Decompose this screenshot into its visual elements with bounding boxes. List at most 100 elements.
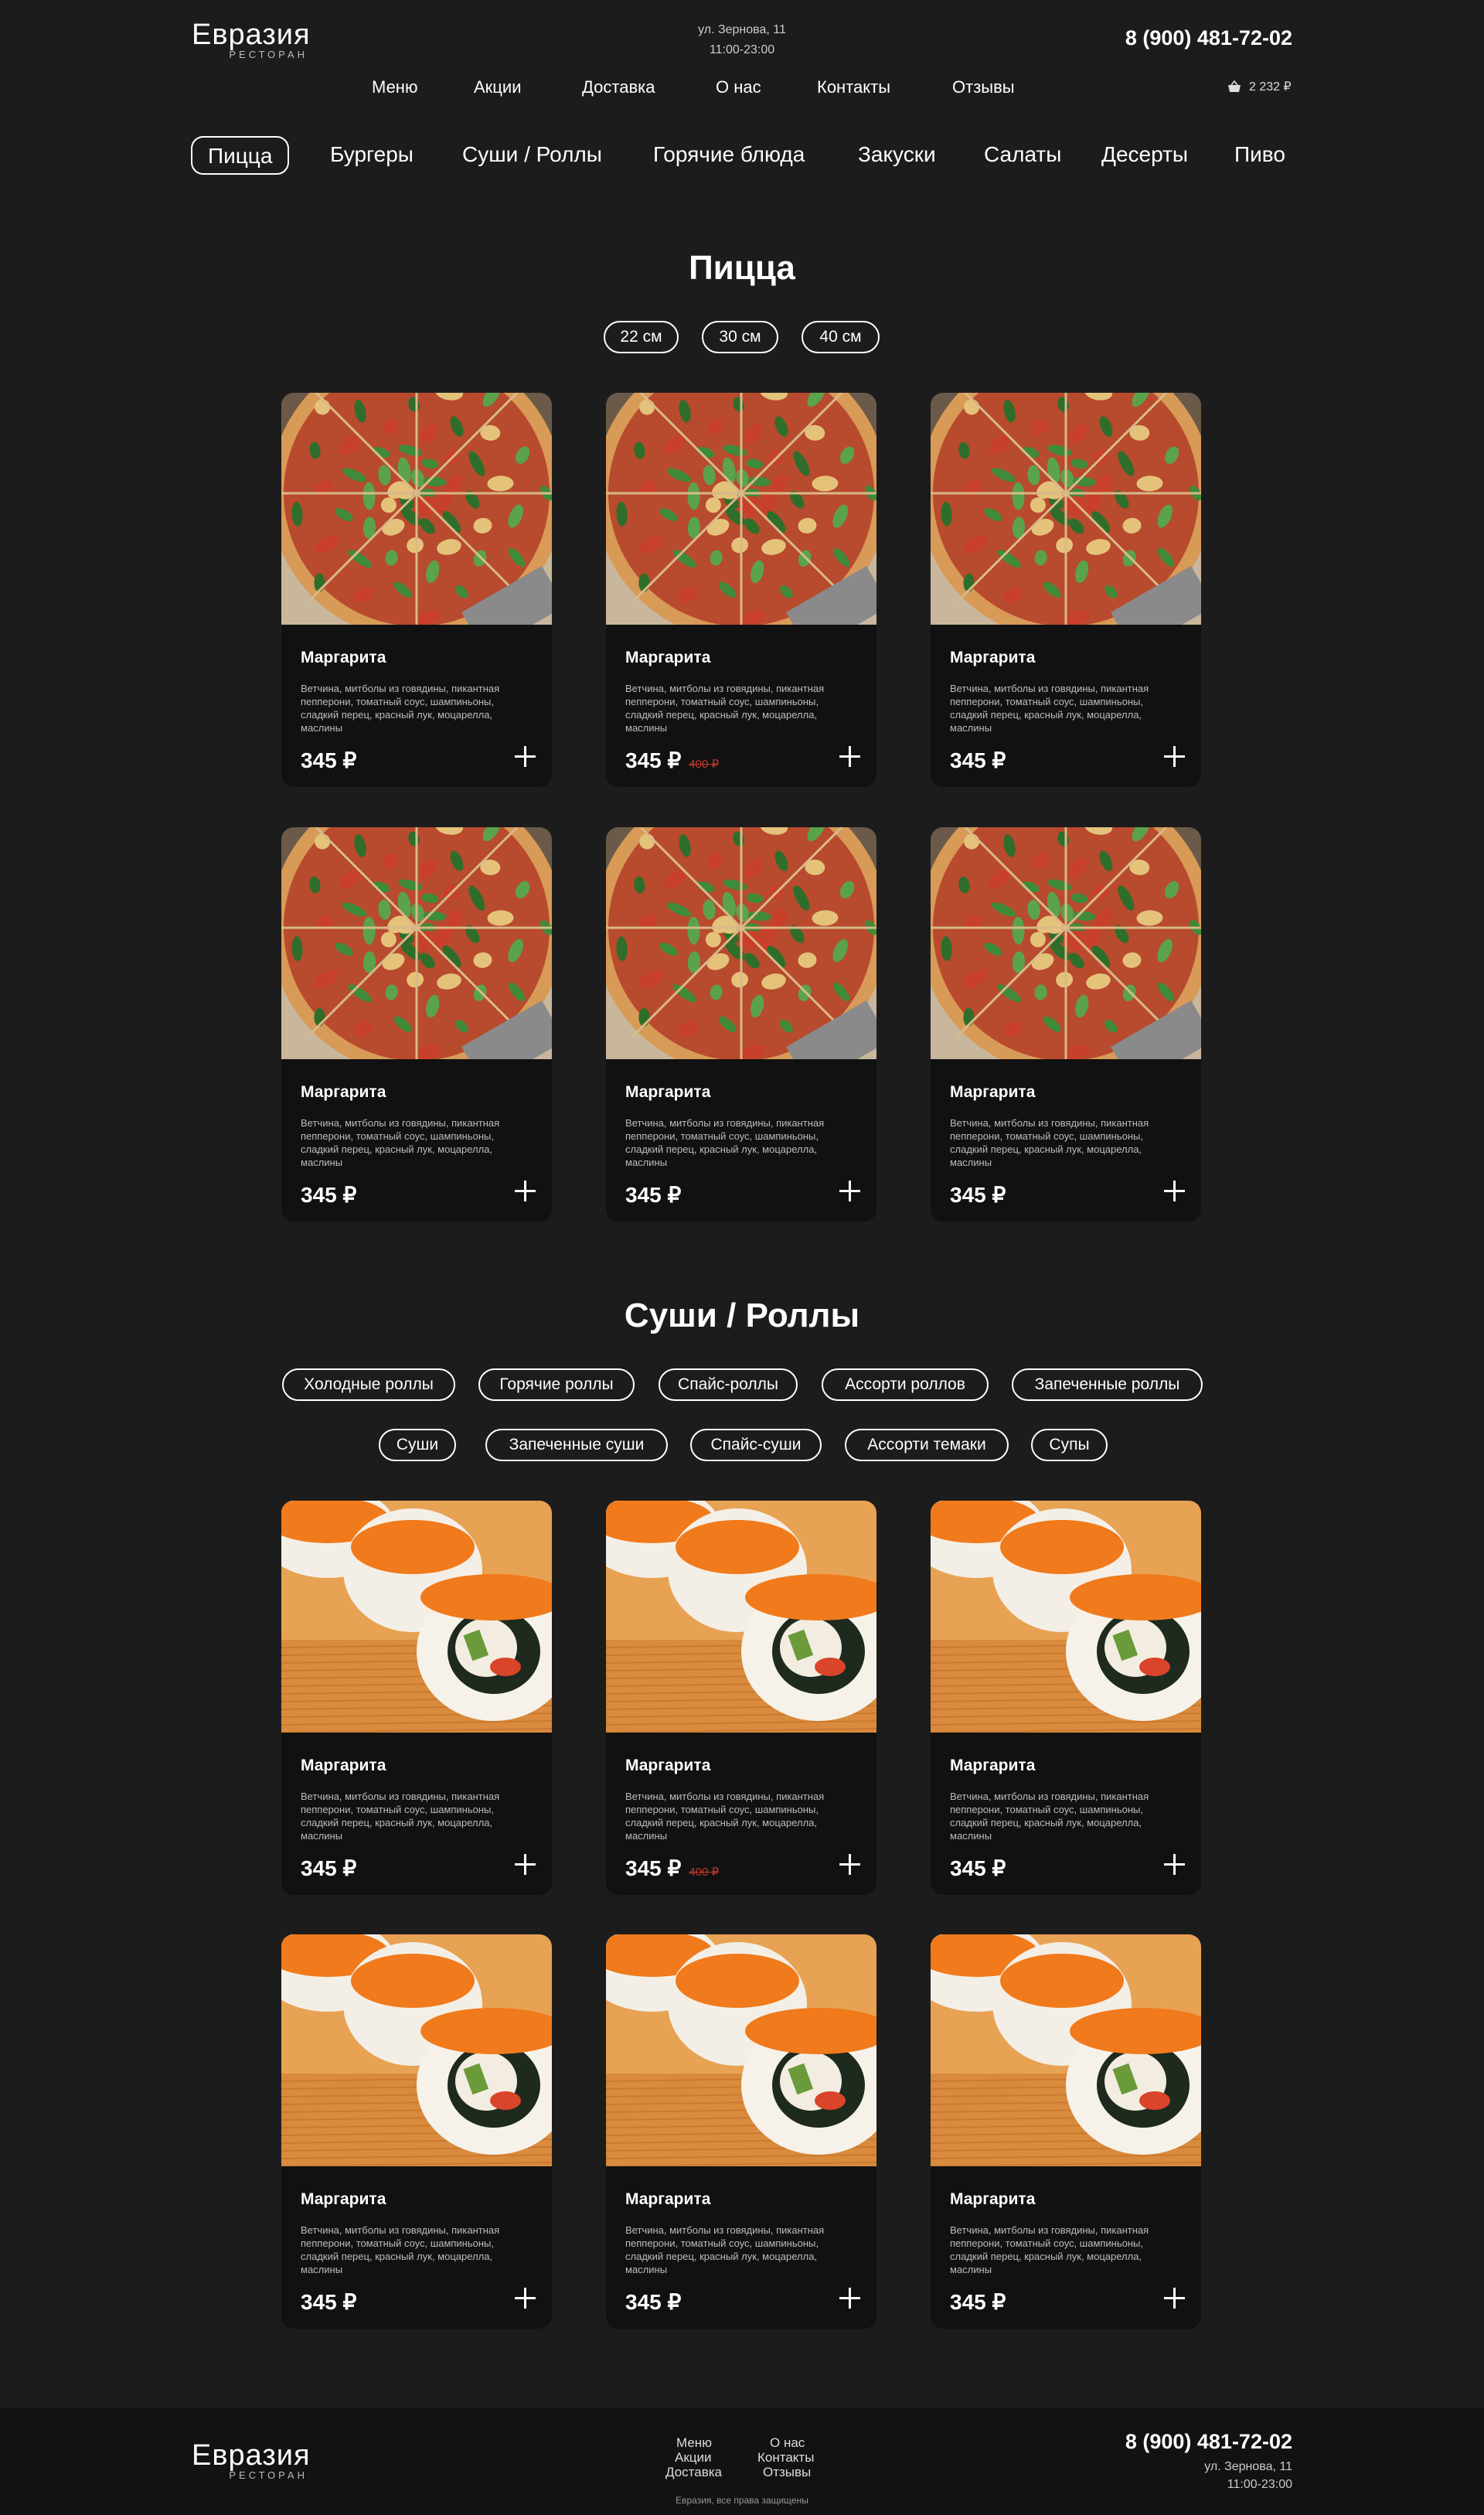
product-description: Ветчина, митболы из говядины, пикантная … — [950, 1791, 1149, 1842]
tab-snacks[interactable]: Закуски — [858, 136, 936, 175]
product-image[interactable] — [606, 1501, 876, 1733]
filter-assorted-temaki[interactable]: Ассорти темаки — [845, 1429, 1009, 1461]
footer-copyright: Евразия, все права защищены — [676, 2495, 808, 2506]
product-price-block: 345 ₽ — [950, 1182, 1006, 1208]
footer-link-delivery[interactable]: Доставка — [665, 2465, 722, 2480]
product-image[interactable] — [281, 1501, 552, 1733]
sushi-product-card[interactable]: Маргарита Ветчина, митболы из говядины, п… — [281, 1501, 552, 1895]
nav-menu[interactable]: Меню — [372, 77, 417, 97]
product-price: 345 ₽ — [301, 2290, 357, 2314]
footer-link-reviews[interactable]: Отзывы — [763, 2465, 811, 2480]
sushi-product-card[interactable]: Маргарита Ветчина, митболы из говядины, п… — [281, 1934, 552, 2329]
tab-sushi-rolls[interactable]: Суши / Роллы — [462, 136, 602, 175]
product-image[interactable] — [606, 827, 876, 1087]
product-image[interactable] — [931, 1501, 1201, 1733]
sushi-product-card[interactable]: Маргарита Ветчина, митболы из говядины, п… — [606, 1501, 876, 1895]
product-price: 345 ₽ — [625, 748, 682, 772]
footer-logo[interactable]: Евразия РЕСТОРАН — [192, 2439, 315, 2481]
size-chip-40[interactable]: 40 см — [802, 321, 880, 353]
product-image[interactable] — [931, 1934, 1201, 2167]
nav-promotions[interactable]: Акции — [474, 77, 521, 97]
add-to-cart-plus-icon[interactable] — [1162, 2286, 1186, 2309]
product-name: Маргарита — [301, 2190, 386, 2208]
product-name: Маргарита — [950, 2190, 1036, 2208]
filter-spice-rolls[interactable]: Спайс-роллы — [659, 1368, 798, 1401]
product-image[interactable] — [606, 393, 876, 653]
product-price-block: 345 ₽ — [301, 2289, 356, 2315]
pizza-product-card[interactable]: Маргарита Ветчина, митболы из говядины, п… — [606, 393, 876, 787]
add-to-cart-plus-icon[interactable] — [1162, 1179, 1186, 1202]
tab-beer[interactable]: Пиво — [1234, 136, 1285, 175]
product-image[interactable] — [281, 827, 552, 1087]
product-price: 345 ₽ — [625, 2290, 682, 2314]
add-to-cart-plus-icon[interactable] — [838, 1852, 861, 1876]
size-chip-30[interactable]: 30 см — [702, 321, 778, 353]
product-description: Ветчина, митболы из говядины, пикантная … — [625, 683, 825, 734]
add-to-cart-plus-icon[interactable] — [513, 745, 536, 768]
product-description: Ветчина, митболы из говядины, пикантная … — [301, 1117, 500, 1168]
product-image[interactable] — [931, 393, 1201, 653]
footer-phone[interactable]: 8 (900) 481-72-02 — [1119, 2430, 1292, 2454]
add-to-cart-plus-icon[interactable] — [838, 745, 861, 768]
footer-hours: 11:00-23:00 — [1227, 2478, 1292, 2491]
sushi-product-card[interactable]: Маргарита Ветчина, митболы из говядины, п… — [931, 1501, 1201, 1895]
pizza-product-card[interactable]: Маргарита Ветчина, митболы из говядины, п… — [931, 827, 1201, 1222]
footer-link-promotions[interactable]: Акции — [675, 2450, 712, 2466]
footer-link-contacts[interactable]: Контакты — [757, 2450, 814, 2466]
filter-spice-sushi[interactable]: Спайс-суши — [690, 1429, 822, 1461]
product-old-price: 400 ₽ — [689, 1866, 720, 1879]
header-phone[interactable]: 8 (900) 481-72-02 — [1119, 26, 1292, 50]
product-price: 345 ₽ — [950, 1856, 1006, 1880]
header-address: ул. Зернова, 11 — [698, 23, 786, 36]
pizza-product-card[interactable]: Маргарита Ветчина, митболы из говядины, п… — [606, 827, 876, 1222]
add-to-cart-plus-icon[interactable] — [1162, 1852, 1186, 1876]
filter-soups[interactable]: Супы — [1031, 1429, 1108, 1461]
pizza-product-card[interactable]: Маргарита Ветчина, митболы из говядины, п… — [931, 393, 1201, 787]
nav-contacts[interactable]: Контакты — [817, 77, 890, 97]
sushi-section-title: Суши / Роллы — [624, 1297, 860, 1334]
product-price: 345 ₽ — [950, 1183, 1006, 1207]
add-to-cart-plus-icon[interactable] — [513, 1852, 536, 1876]
sushi-product-card[interactable]: Маргарита Ветчина, митболы из говядины, п… — [931, 1934, 1201, 2329]
product-price-block: 345 ₽ — [301, 748, 356, 773]
tab-hot-dishes[interactable]: Горячие блюда — [653, 136, 805, 175]
filter-baked-rolls[interactable]: Запеченные роллы — [1012, 1368, 1203, 1401]
filter-cold-rolls[interactable]: Холодные роллы — [282, 1368, 455, 1401]
product-description: Ветчина, митболы из говядины, пикантная … — [301, 1791, 500, 1842]
sushi-product-card[interactable]: Маргарита Ветчина, митболы из говядины, п… — [606, 1934, 876, 2329]
add-to-cart-plus-icon[interactable] — [513, 1179, 536, 1202]
product-name: Маргарита — [625, 2190, 711, 2208]
product-description: Ветчина, митболы из говядины, пикантная … — [301, 2224, 500, 2275]
product-image[interactable] — [606, 1934, 876, 2167]
cart-button[interactable]: 2 232 ₽ — [1227, 79, 1292, 94]
add-to-cart-plus-icon[interactable] — [1162, 745, 1186, 768]
nav-delivery[interactable]: Доставка — [582, 77, 655, 97]
tab-pizza[interactable]: Пицца — [191, 136, 290, 175]
footer-link-about[interactable]: О нас — [770, 2435, 805, 2451]
pizza-section-title: Пицца — [689, 249, 795, 287]
filter-sushi[interactable]: Суши — [379, 1429, 456, 1461]
filter-baked-sushi[interactable]: Запеченные суши — [485, 1429, 668, 1461]
tab-desserts[interactable]: Десерты — [1101, 136, 1188, 175]
filter-hot-rolls[interactable]: Горячие роллы — [478, 1368, 635, 1401]
product-image[interactable] — [931, 827, 1201, 1087]
footer: Евразия РЕСТОРАН Меню Акции Доставка О н… — [0, 2408, 1484, 2515]
logo[interactable]: Евразия РЕСТОРАН — [192, 19, 315, 60]
product-image[interactable] — [281, 1934, 552, 2167]
add-to-cart-plus-icon[interactable] — [838, 2286, 861, 2309]
product-image[interactable] — [281, 393, 552, 653]
footer-link-menu[interactable]: Меню — [676, 2435, 712, 2451]
size-chip-22[interactable]: 22 см — [604, 321, 679, 353]
pizza-product-card[interactable]: Маргарита Ветчина, митболы из говядины, п… — [281, 827, 552, 1222]
nav-reviews[interactable]: Отзывы — [952, 77, 1015, 97]
product-price-block: 345 ₽ — [950, 748, 1006, 773]
product-name: Маргарита — [625, 649, 711, 666]
filter-assorted-rolls[interactable]: Ассорти роллов — [822, 1368, 989, 1401]
tab-salads[interactable]: Салаты — [984, 136, 1061, 175]
pizza-product-card[interactable]: Маргарита Ветчина, митболы из говядины, п… — [281, 393, 552, 787]
nav-about[interactable]: О нас — [716, 77, 761, 97]
product-price: 345 ₽ — [950, 2290, 1006, 2314]
add-to-cart-plus-icon[interactable] — [838, 1179, 861, 1202]
tab-burgers[interactable]: Бургеры — [330, 136, 414, 175]
add-to-cart-plus-icon[interactable] — [513, 2286, 536, 2309]
